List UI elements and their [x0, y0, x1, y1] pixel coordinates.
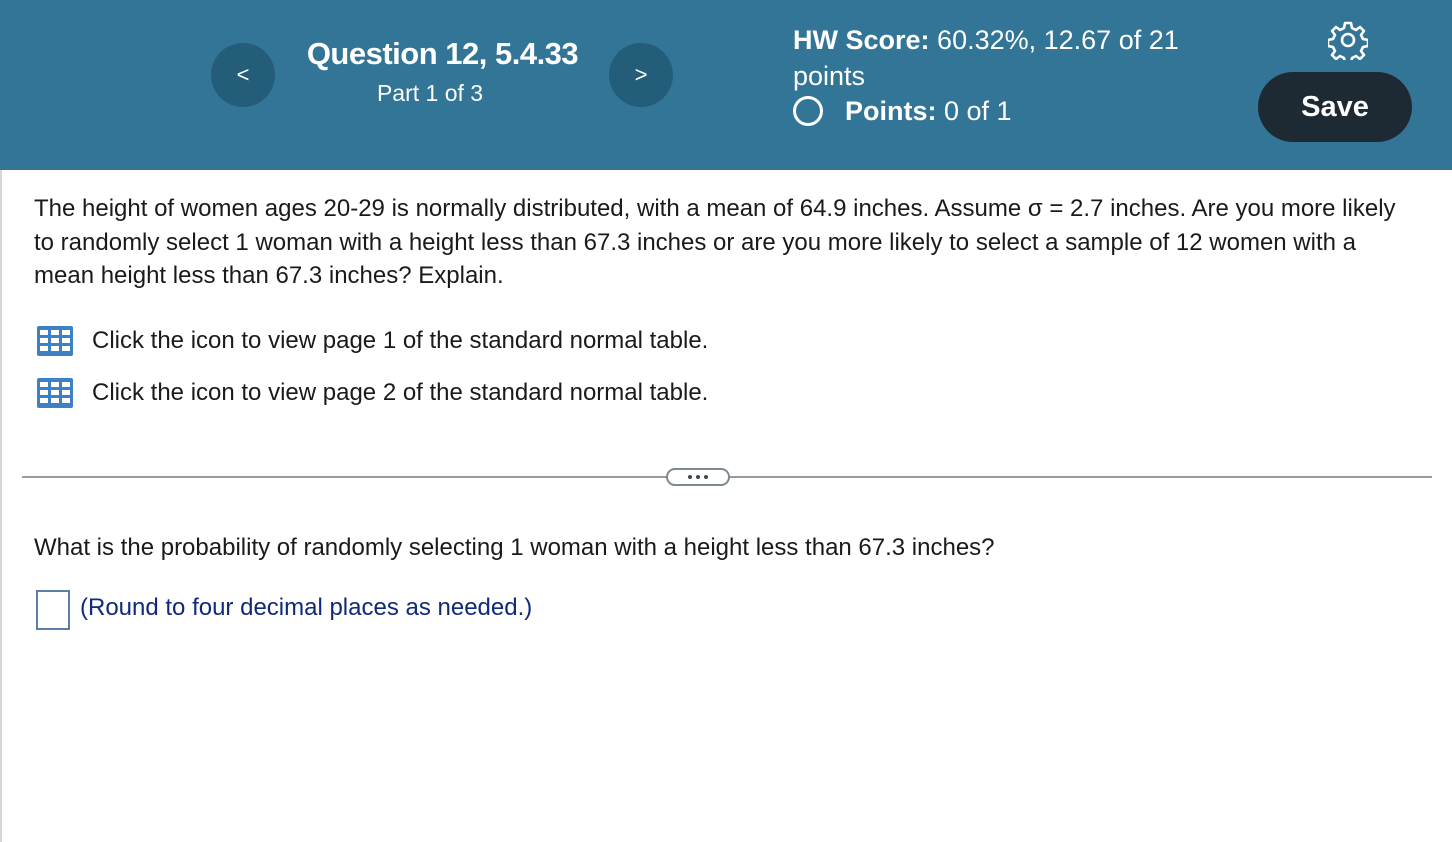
- ellipsis-dot: [704, 475, 708, 479]
- rounding-note: (Round to four decimal places as needed.…: [80, 594, 533, 621]
- circle-icon: [793, 96, 823, 126]
- left-border: [0, 170, 2, 842]
- table-link-label: Click the icon to view page 1 of the sta…: [92, 327, 709, 354]
- normal-table-page1-link[interactable]: Click the icon to view page 1 of the sta…: [36, 324, 708, 358]
- gear-icon[interactable]: [1328, 20, 1368, 60]
- answer-input[interactable]: [36, 590, 70, 630]
- normal-table-page2-link[interactable]: Click the icon to view page 2 of the sta…: [36, 376, 708, 410]
- question-header: < Question 12, 5.4.33 Part 1 of 3 > HW S…: [0, 0, 1452, 170]
- sub-question-text: What is the probability of randomly sele…: [34, 534, 995, 561]
- table-link-label: Click the icon to view page 2 of the sta…: [92, 379, 709, 406]
- part-indicator: Part 1 of 3: [376, 80, 484, 106]
- ellipsis-dot: [696, 475, 700, 479]
- save-button[interactable]: Save: [1258, 72, 1412, 142]
- points-status: Points: 0 of 1: [793, 94, 1012, 128]
- table-icon[interactable]: [36, 377, 74, 409]
- hw-score-label: HW Score:: [793, 25, 930, 55]
- chevron-right-icon: >: [634, 62, 648, 87]
- question-text: The height of women ages 20-29 is normal…: [34, 195, 1396, 289]
- expand-ellipsis-button[interactable]: [666, 468, 730, 486]
- ellipsis-dot: [688, 475, 692, 479]
- previous-question-button[interactable]: <: [211, 43, 275, 107]
- hw-score: HW Score: 60.32%, 12.67 of 21 points: [793, 22, 1223, 94]
- points-label: Points:: [845, 95, 937, 126]
- next-question-button[interactable]: >: [609, 43, 673, 107]
- chevron-left-icon: <: [236, 62, 250, 87]
- points-value: 0 of 1: [944, 95, 1012, 126]
- table-icon[interactable]: [36, 325, 74, 357]
- question-title: Question 12, 5.4.33: [306, 36, 579, 71]
